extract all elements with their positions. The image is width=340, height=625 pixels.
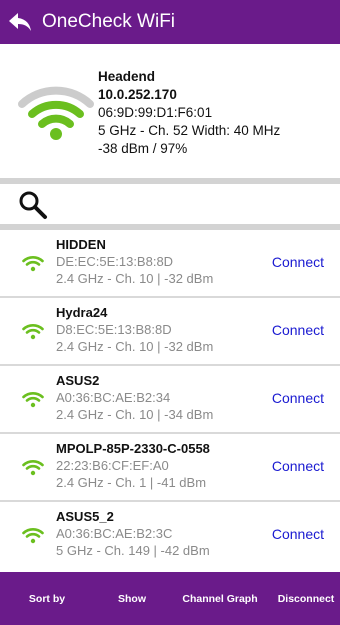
- network-details: 2.4 GHz - Ch. 10 | -32 dBm: [56, 339, 214, 354]
- network-row[interactable]: Hydra24 D8:EC:5E:13:B8:8D 2.4 GHz - Ch. …: [0, 298, 340, 366]
- wifi-signal-icon: [22, 392, 44, 408]
- connect-button[interactable]: Connect: [272, 254, 324, 270]
- current-signal: -38 dBm / 97%: [98, 141, 188, 156]
- connect-button[interactable]: Connect: [272, 390, 324, 406]
- current-ip: 10.0.252.170: [98, 87, 177, 102]
- network-ssid: ASUS5_2: [56, 509, 114, 524]
- search-icon[interactable]: [18, 190, 48, 220]
- network-details: 2.4 GHz - Ch. 1 | -41 dBm: [56, 475, 207, 490]
- current-ssid: Headend: [98, 69, 156, 84]
- current-channel: 5 GHz - Ch. 52 Width: 40 MHz: [98, 123, 281, 138]
- channel-graph-button[interactable]: Channel Graph: [180, 572, 260, 625]
- wifi-signal-icon: [22, 324, 44, 340]
- network-row[interactable]: HIDDEN DE:EC:5E:13:B8:8D 2.4 GHz - Ch. 1…: [0, 230, 340, 298]
- current-connection-panel: Headend 10.0.252.170 06:9D:99:D1:F6:01 5…: [0, 44, 340, 178]
- network-mac: D8:EC:5E:13:B8:8D: [56, 322, 172, 337]
- current-connection-details: Headend 10.0.252.170 06:9D:99:D1:F6:01 5…: [98, 68, 280, 158]
- network-row[interactable]: ASUS5_2 A0:36:BC:AE:B2:3C 5 GHz - Ch. 14…: [0, 502, 340, 570]
- network-mac: A0:36:BC:AE:B2:34: [56, 390, 171, 405]
- sort-by-button[interactable]: Sort by: [14, 572, 80, 625]
- network-mac: A0:36:BC:AE:B2:3C: [56, 526, 173, 541]
- network-details: 5 GHz - Ch. 149 | -42 dBm: [56, 543, 210, 558]
- show-button[interactable]: Show: [104, 572, 160, 625]
- app-title: OneCheck WiFi: [42, 11, 176, 32]
- wifi-signal-icon: [22, 460, 44, 476]
- network-ssid: Hydra24: [56, 305, 108, 320]
- network-ssid: ASUS2: [56, 373, 100, 388]
- connect-button[interactable]: Connect: [272, 322, 324, 338]
- wifi-signal-icon: [22, 256, 44, 272]
- search-bar[interactable]: [0, 184, 340, 224]
- network-list: HIDDEN DE:EC:5E:13:B8:8D 2.4 GHz - Ch. 1…: [0, 230, 340, 572]
- connect-button[interactable]: Connect: [272, 458, 324, 474]
- network-row[interactable]: MPOLP-85P-2330-C-0558 22:23:B6:CF:EF:A0 …: [0, 434, 340, 502]
- wifi-signal-icon: [22, 528, 44, 544]
- network-details: 2.4 GHz - Ch. 10 | -32 dBm: [56, 271, 214, 286]
- network-details: 2.4 GHz - Ch. 10 | -34 dBm: [56, 407, 214, 422]
- back-button[interactable]: [0, 0, 40, 44]
- connect-button[interactable]: Connect: [272, 526, 324, 542]
- network-mac: 22:23:B6:CF:EF:A0: [56, 458, 169, 473]
- app-header: OneCheck WiFi: [0, 0, 340, 44]
- back-arrow-icon: [9, 13, 31, 31]
- current-mac: 06:9D:99:D1:F6:01: [98, 105, 213, 120]
- network-ssid: MPOLP-85P-2330-C-0558: [56, 441, 210, 456]
- network-ssid: HIDDEN: [56, 237, 106, 252]
- network-mac: DE:EC:5E:13:B8:8D: [56, 254, 174, 269]
- bottom-action-bar: Sort by Show Channel Graph Disconnect: [0, 572, 340, 625]
- wifi-signal-icon: [18, 86, 94, 140]
- disconnect-button[interactable]: Disconnect: [274, 572, 338, 625]
- network-row[interactable]: ASUS2 A0:36:BC:AE:B2:34 2.4 GHz - Ch. 10…: [0, 366, 340, 434]
